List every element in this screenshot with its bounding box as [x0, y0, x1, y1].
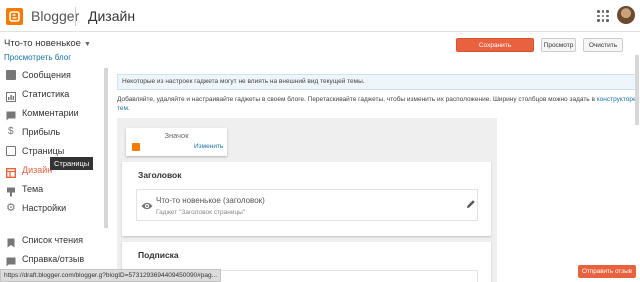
favicon-gadget[interactable]: Значок Изменить [126, 128, 227, 156]
sidebar-item-label: Тема [22, 184, 44, 194]
sidebar-item-label: Комментарии [22, 108, 79, 118]
header-section-title: Заголовок [138, 170, 182, 180]
dropdown-caret-icon: ▼ [83, 41, 91, 48]
header-widget[interactable]: Что-то новенькое (заголовок) Гаджет "Заг… [136, 189, 478, 221]
gear-icon: ⚙ [6, 202, 16, 214]
description-suffix: . [128, 105, 130, 112]
sidebar-item-label: Прибыль [22, 127, 61, 137]
layout-icon [5, 165, 17, 179]
dollar-icon: $ [8, 126, 14, 137]
avatar[interactable] [617, 6, 635, 24]
subscribe-section-title: Подписка [138, 250, 179, 260]
header-divider [75, 7, 76, 26]
sidebar-item-help[interactable]: Справка/отзыв [0, 250, 100, 268]
comments-icon [6, 108, 16, 121]
bookmark-icon [6, 235, 16, 248]
apps-grid-icon[interactable] [597, 10, 609, 22]
sidebar-item-comments[interactable]: Комментарии [0, 104, 100, 122]
gadget-notice: Некоторые из настроек гаджета могут не в… [117, 74, 637, 90]
favicon-gadget-title: Значок [164, 131, 189, 140]
preview-button[interactable]: Просмотр [541, 38, 576, 52]
sidebar-item-settings[interactable]: ⚙ Настройки [0, 199, 100, 217]
posts-icon [6, 70, 16, 80]
header-widget-subtitle: Гаджет "Заголовок страницы" [156, 209, 246, 216]
clear-button[interactable]: Очистить [583, 38, 623, 52]
page-title: Дизайн [88, 8, 136, 24]
help-icon [6, 254, 16, 267]
layout-description: Добавляйте, удаляйте и настраивайте гадж… [117, 95, 637, 113]
eye-icon[interactable] [141, 197, 153, 210]
favicon-edit-link[interactable]: Изменить [194, 143, 223, 150]
app-header: Blogger Дизайн [0, 0, 640, 32]
view-blog-link[interactable]: Просмотреть блог [4, 53, 71, 62]
pencil-icon[interactable] [466, 196, 476, 208]
status-url-bar: https://draft.blogger.com/blogger.g?blog… [0, 269, 222, 282]
sidebar-item-reading-list[interactable]: Список чтения [0, 231, 100, 249]
header-section: Заголовок Что-то новенькое (заголовок) Г… [122, 162, 491, 236]
header-widget-title: Что-то новенькое (заголовок) [156, 196, 265, 205]
description-text: Добавляйте, удаляйте и настраивайте гадж… [117, 96, 597, 103]
sidebar-item-label: Справка/отзыв [22, 254, 85, 264]
sidebar-item-label: Настройки [22, 203, 67, 213]
stats-icon [6, 89, 16, 102]
blogger-favicon-icon [132, 143, 140, 151]
sidebar-item-posts[interactable]: Сообщения [0, 66, 100, 84]
sidebar-item-earnings[interactable]: $ Прибыль [0, 123, 100, 141]
send-feedback-button[interactable]: Отправить отзыв [578, 265, 636, 278]
sidebar-scrollbar[interactable] [104, 68, 108, 228]
sidebar-item-label: Сообщения [22, 70, 71, 80]
sidebar-item-label: Статистика [22, 89, 70, 99]
save-arrangement-button[interactable]: Сохранить расположение [456, 38, 534, 63]
sidebar-item-stats[interactable]: Статистика [0, 85, 100, 103]
sidebar-item-theme[interactable]: Тема [0, 180, 100, 198]
blog-selector[interactable]: Что-то новенькое ▼ [4, 38, 91, 49]
brand-name[interactable]: Blogger [31, 8, 79, 24]
pages-icon [6, 146, 16, 156]
blogger-logo-icon[interactable] [6, 8, 23, 25]
sidebar-item-label: Дизайн [22, 165, 53, 175]
theme-icon [6, 184, 16, 197]
main-scrollbar[interactable] [635, 55, 639, 125]
pages-tooltip: Страницы [50, 157, 94, 170]
sidebar-item-label: Список чтения [22, 235, 84, 245]
sidebar-item-label: Страницы [22, 146, 65, 156]
blog-name: Что-то новенькое [4, 38, 81, 49]
